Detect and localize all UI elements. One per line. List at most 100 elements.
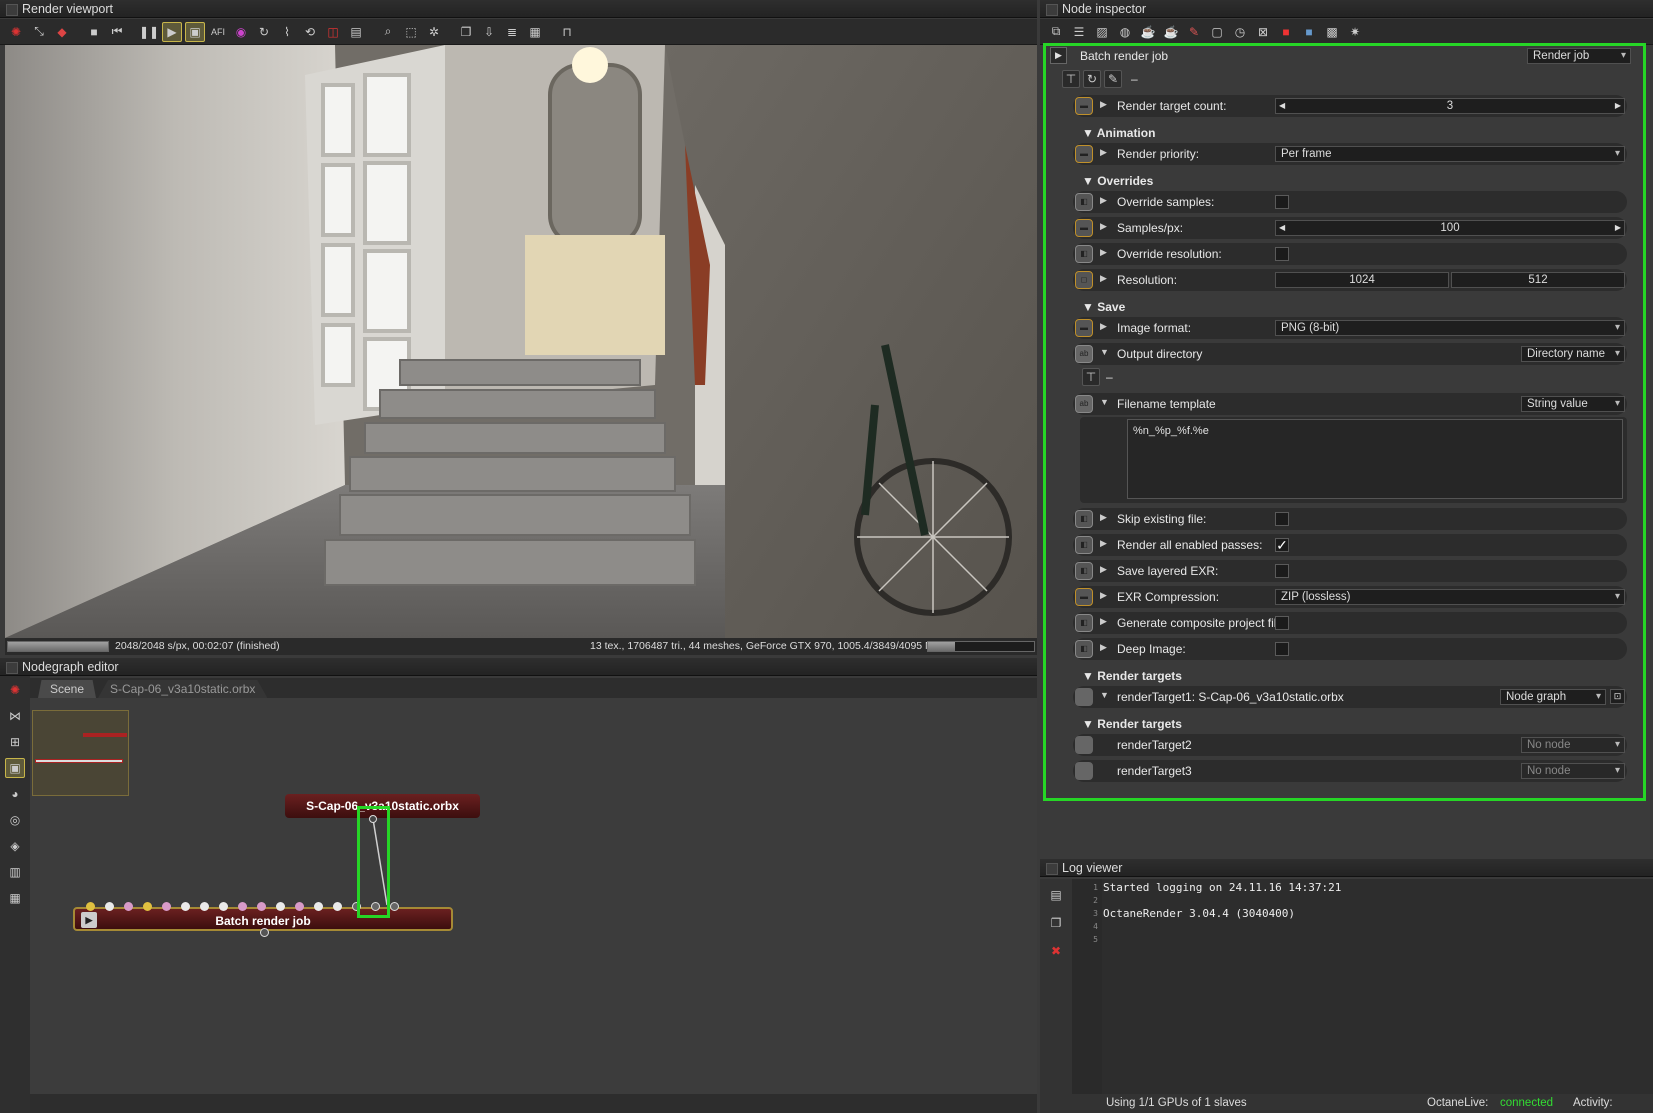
stop-icon[interactable]: ■: [84, 22, 104, 42]
resolution-width-field[interactable]: 1024: [1275, 272, 1449, 288]
tab-orbx[interactable]: S-Cap-06_v3a10static.orbx: [98, 680, 268, 698]
render-priority-dropdown[interactable]: Per frame: [1275, 146, 1625, 162]
expand-icon[interactable]: ▶: [1100, 221, 1107, 232]
pick-icon[interactable]: ✲: [424, 22, 444, 42]
node-graph-open-icon[interactable]: ⊡: [1610, 689, 1625, 704]
nodegraph-canvas[interactable]: S-Cap-06_v3a10static.orbx ▶ Batch render…: [30, 698, 1037, 1094]
batch-render-job-row[interactable]: ▶ Batch render job Render job: [1049, 45, 1631, 67]
render-target-2-type-dropdown[interactable]: No node: [1521, 737, 1625, 753]
material-icon[interactable]: ◕: [5, 784, 25, 804]
override-resolution-checkbox[interactable]: [1275, 247, 1289, 261]
log-text[interactable]: Started logging on 24.11.16 14:37:21 Oct…: [1102, 879, 1653, 1094]
collapse-icon[interactable]: ☰: [1069, 22, 1089, 42]
texture-icon[interactable]: ◎: [5, 810, 25, 830]
film-icon[interactable]: ▤: [346, 22, 366, 42]
grid-icon[interactable]: ▦: [5, 888, 25, 908]
resolution-height-field[interactable]: 512: [1451, 272, 1625, 288]
render-target-1-type-dropdown[interactable]: Node graph: [1500, 689, 1606, 705]
lock-icon[interactable]: ⊓: [557, 22, 577, 42]
expand-icon[interactable]: ▶: [1100, 512, 1107, 523]
expand-icon[interactable]: ▶: [1100, 538, 1107, 549]
red-cube-icon[interactable]: ■: [1276, 22, 1296, 42]
clock-icon[interactable]: ◷: [1230, 22, 1250, 42]
sphere-icon[interactable]: ◍: [1115, 22, 1135, 42]
rotate-icon[interactable]: ⟲: [300, 22, 320, 42]
reset-icon[interactable]: ↻: [1083, 70, 1101, 88]
render-target-icon[interactable]: ▣: [5, 758, 25, 778]
skip-existing-checkbox[interactable]: [1275, 512, 1289, 526]
render-target-count-slider[interactable]: ◀ 3 ▶: [1275, 98, 1625, 114]
select-icon[interactable]: ⬚: [401, 22, 421, 42]
copy-log-icon[interactable]: ❐: [1046, 913, 1066, 933]
render-target-3-type-dropdown[interactable]: No node: [1521, 763, 1625, 779]
output-directory-type-dropdown[interactable]: Directory name: [1521, 346, 1625, 362]
override-samples-checkbox[interactable]: [1275, 195, 1289, 209]
refresh-icon[interactable]: ↻: [254, 22, 274, 42]
clear-log-icon[interactable]: ✖: [1046, 941, 1066, 961]
zoom-icon[interactable]: ⌕: [378, 22, 398, 42]
collapse-icon[interactable]: ▼: [1100, 397, 1109, 407]
layers-icon[interactable]: ≣: [502, 22, 522, 42]
display-icon[interactable]: ▣: [185, 21, 205, 42]
expand-icon[interactable]: ▶: [1100, 616, 1107, 627]
samples-slider[interactable]: ◀ 100 ▶: [1275, 220, 1625, 236]
image-icon[interactable]: ▨: [1092, 22, 1112, 42]
render-image[interactable]: [5, 45, 1037, 638]
expand-icon[interactable]: ▶: [1100, 273, 1107, 284]
restart-icon[interactable]: ⏮: [107, 22, 127, 42]
expand-icon[interactable]: ▶: [1100, 247, 1107, 258]
expand-icon[interactable]: ▶: [1100, 590, 1107, 601]
export-icon[interactable]: ⇩: [479, 22, 499, 42]
frame-icon[interactable]: ▢: [1207, 22, 1227, 42]
root-node-type-dropdown[interactable]: Render job: [1527, 48, 1631, 64]
composite-project-checkbox[interactable]: [1275, 616, 1289, 630]
graph-icon[interactable]: ⊞: [5, 732, 25, 752]
teapot-alt-icon[interactable]: ☕: [1161, 22, 1181, 42]
pin-icon[interactable]: ⊤: [1082, 368, 1100, 386]
image-format-dropdown[interactable]: PNG (8-bit): [1275, 320, 1625, 336]
deep-image-checkbox[interactable]: [1275, 642, 1289, 656]
checker-icon[interactable]: ▦: [525, 22, 545, 42]
filename-template-textarea[interactable]: %n_%p_%f.%e: [1127, 419, 1623, 499]
octane-logo-icon[interactable]: ✺: [5, 680, 25, 700]
cube-icon[interactable]: ◆: [52, 22, 72, 42]
picture-icon[interactable]: ▩: [1322, 22, 1342, 42]
expand-icon[interactable]: ▶: [1100, 564, 1107, 575]
pin-icon[interactable]: ⊤: [1062, 70, 1080, 88]
filename-template-type-dropdown[interactable]: String value: [1521, 396, 1625, 412]
section-overrides[interactable]: ▼ Overrides: [1082, 174, 1153, 188]
expand-icon[interactable]: ▶: [1100, 195, 1107, 206]
region-icon[interactable]: ◫: [323, 22, 343, 42]
render-all-passes-checkbox[interactable]: ✓: [1275, 538, 1289, 552]
transform-icon[interactable]: ⊠: [1253, 22, 1273, 42]
expand-icon[interactable]: ▶: [1100, 321, 1107, 332]
nodes-icon[interactable]: ⋈: [5, 706, 25, 726]
play-icon[interactable]: ▶: [162, 21, 182, 42]
collapse-icon[interactable]: ▼: [1100, 347, 1109, 357]
play-icon[interactable]: ▶: [1050, 47, 1067, 64]
expand-icon[interactable]: ▶: [1100, 99, 1107, 110]
paint-icon[interactable]: ✎: [1184, 22, 1204, 42]
camera-icon[interactable]: ◈: [5, 836, 25, 856]
section-render-targets-1[interactable]: ▼ Render targets: [1082, 669, 1182, 683]
section-animation[interactable]: ▼ Animation: [1082, 126, 1155, 140]
color-wheel-icon[interactable]: ◉: [231, 22, 251, 42]
expand-icon[interactable]: ▶: [1100, 147, 1107, 158]
section-render-targets-2[interactable]: ▼ Render targets: [1082, 717, 1182, 731]
edit-icon[interactable]: ✎: [1104, 70, 1122, 88]
afi-icon[interactable]: AFI: [208, 22, 228, 42]
octane-logo-icon[interactable]: ✺: [6, 22, 26, 42]
light-icon[interactable]: ✷: [1345, 22, 1365, 42]
tab-scene[interactable]: Scene: [38, 680, 97, 698]
kernel-icon[interactable]: ▥: [5, 862, 25, 882]
section-save[interactable]: ▼ Save: [1082, 300, 1125, 314]
save-log-icon[interactable]: ▤: [1046, 885, 1066, 905]
exr-compression-dropdown[interactable]: ZIP (lossless): [1275, 589, 1625, 605]
collapse-icon[interactable]: ▼: [1100, 690, 1109, 700]
blue-cube-icon[interactable]: ■: [1299, 22, 1319, 42]
copy-icon[interactable]: ❐: [456, 22, 476, 42]
teapot-icon[interactable]: ☕: [1138, 22, 1158, 42]
resize-icon[interactable]: ⤡: [29, 22, 49, 42]
curve-icon[interactable]: ⌇: [277, 22, 297, 42]
save-layered-exr-checkbox[interactable]: [1275, 564, 1289, 578]
